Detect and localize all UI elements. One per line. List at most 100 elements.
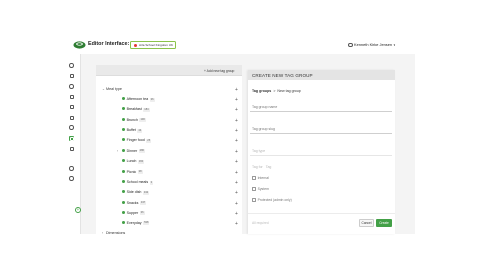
add-tag-button[interactable]: + <box>235 129 238 134</box>
name-field-underline <box>250 111 392 112</box>
add-tag-group-button[interactable]: + Add new tag group <box>204 69 234 73</box>
tag-color-dot <box>122 220 126 224</box>
tag-label: Buffet <box>126 128 136 132</box>
add-tag-button[interactable]: + <box>235 118 238 123</box>
tags-icon[interactable] <box>69 136 74 141</box>
tag-row[interactable]: Breakfast 184 <box>122 107 150 112</box>
tag-count: 25 <box>146 138 152 143</box>
checkbox-box[interactable] <box>252 187 256 191</box>
tag-count: 347 <box>139 201 147 206</box>
checkbox-label: Protected (admin only) <box>257 198 292 202</box>
tag-count: 36 <box>139 211 145 216</box>
create-tag-group-panel <box>248 70 395 234</box>
breadcrumb-root[interactable]: Tag groups <box>252 89 271 93</box>
checkbox-box[interactable] <box>252 198 256 202</box>
basket-icon[interactable] <box>69 115 74 120</box>
tag-group-partial[interactable]: › Dimensions <box>102 231 125 235</box>
chevron-down-icon: ▾ <box>393 43 396 47</box>
tag-row[interactable]: School meals 3 <box>122 180 154 185</box>
add-tag-button[interactable]: + <box>235 149 238 154</box>
add-tag-button[interactable]: + <box>235 211 238 216</box>
document-icon[interactable] <box>69 104 74 109</box>
panel-title: CREATE NEW TAG GROUP <box>252 73 313 78</box>
tag-row[interactable]: Lunch 360 <box>122 159 145 164</box>
protected-checkbox[interactable]: Protected (admin only) <box>252 198 292 202</box>
tag-row[interactable]: Everyday 538 <box>122 220 150 226</box>
user-menu[interactable]: Kenneth Kirke Jensen ▾ <box>348 42 395 47</box>
tag-color-dot <box>122 97 126 101</box>
home-icon[interactable] <box>69 63 74 68</box>
add-tag-button[interactable]: + <box>235 221 238 226</box>
tag-label: Picnic <box>126 169 137 174</box>
tag-row[interactable]: › Dinner 286 <box>117 148 145 154</box>
tag-color-dot <box>122 210 126 214</box>
checkbox-label: System <box>257 187 269 191</box>
bulb-icon[interactable] <box>69 84 74 89</box>
add-icon[interactable]: + <box>75 207 81 213</box>
internal-checkbox[interactable]: Internal <box>252 176 269 180</box>
tag-count: 184 <box>143 107 150 112</box>
tag-row[interactable]: Buffet 44 <box>122 128 143 133</box>
folder-icon[interactable] <box>69 73 74 78</box>
tag-color-dot <box>122 148 126 152</box>
tag-label: Snacks <box>126 200 139 205</box>
add-tag-button[interactable]: + <box>235 201 238 206</box>
checkbox-box[interactable] <box>252 176 256 180</box>
tag-row[interactable]: Supper 36 <box>122 210 145 216</box>
tag-label: Side dish <box>126 190 142 194</box>
arla-logo-icon[interactable] <box>73 40 86 49</box>
tag-row[interactable]: Picnic 38 <box>122 169 143 175</box>
tag-label: Brunch <box>126 117 138 122</box>
tag-for-value: Tag <box>265 165 272 169</box>
tag-group-meal-type[interactable]: ⌄Meal type <box>102 87 122 91</box>
tag-count: 44 <box>137 128 143 133</box>
tag-for-field[interactable]: Tag for Tag <box>252 165 271 169</box>
tag-count: 38 <box>137 170 143 175</box>
tag-label: Everyday <box>126 220 142 225</box>
settings-icon[interactable] <box>69 166 74 171</box>
tag-group-name-field[interactable]: Tag group name <box>252 105 277 109</box>
card-icon[interactable] <box>69 146 74 151</box>
system-checkbox[interactable]: System <box>252 187 269 191</box>
search-icon[interactable] <box>69 125 74 130</box>
checkbox-label: Internal <box>257 176 269 180</box>
tag-row[interactable]: Afternoon tea 36 <box>122 97 155 102</box>
tag-count: 538 <box>143 221 150 226</box>
add-tag-button[interactable]: + <box>235 98 238 103</box>
add-tag-button[interactable]: + <box>235 87 238 92</box>
tag-label: Afternoon tea <box>126 97 149 101</box>
tag-row[interactable]: Brunch 100 <box>122 117 146 123</box>
tag-count: 100 <box>139 118 146 123</box>
tag-color-dot <box>122 190 126 194</box>
slug-field-underline <box>250 133 392 134</box>
gear-icon <box>348 42 353 47</box>
tag-row[interactable]: Snacks 347 <box>122 200 147 206</box>
tag-color-dot <box>122 159 126 163</box>
add-tag-button[interactable]: + <box>235 108 238 113</box>
add-tag-button[interactable]: + <box>235 170 238 175</box>
cancel-button[interactable]: Cancel <box>359 219 374 227</box>
tag-for-label: Tag for <box>252 165 263 169</box>
tag-group-label: Meal type <box>106 86 122 91</box>
tag-group-slug-field[interactable]: Tag group slug <box>252 127 275 131</box>
help-icon[interactable] <box>69 176 74 181</box>
add-tag-button[interactable]: + <box>235 191 238 196</box>
tag-color-dot <box>122 180 126 184</box>
user-name: Kenneth Kirke Jensen <box>354 42 393 47</box>
tag-color-dot <box>122 117 126 121</box>
chevron-right-icon[interactable]: › <box>117 149 118 153</box>
tag-color-dot <box>122 169 126 173</box>
add-tag-button[interactable]: + <box>235 160 238 165</box>
tag-color-dot <box>122 128 126 132</box>
add-tag-button[interactable]: + <box>235 181 238 186</box>
tag-label: Dinner <box>126 148 138 153</box>
tag-count: 36 <box>149 97 155 102</box>
tag-row[interactable]: Side dish 342 <box>122 190 150 195</box>
tag-label: Finger food <box>126 138 145 142</box>
image-icon[interactable] <box>69 94 74 99</box>
tag-row[interactable]: Finger food 25 <box>122 138 152 143</box>
site-selector[interactable]: Arla School Kingdom UK <box>130 40 176 49</box>
create-button[interactable]: Create <box>376 219 392 227</box>
add-tag-button[interactable]: + <box>235 139 238 144</box>
tag-type-select[interactable]: Tag type <box>252 149 265 153</box>
